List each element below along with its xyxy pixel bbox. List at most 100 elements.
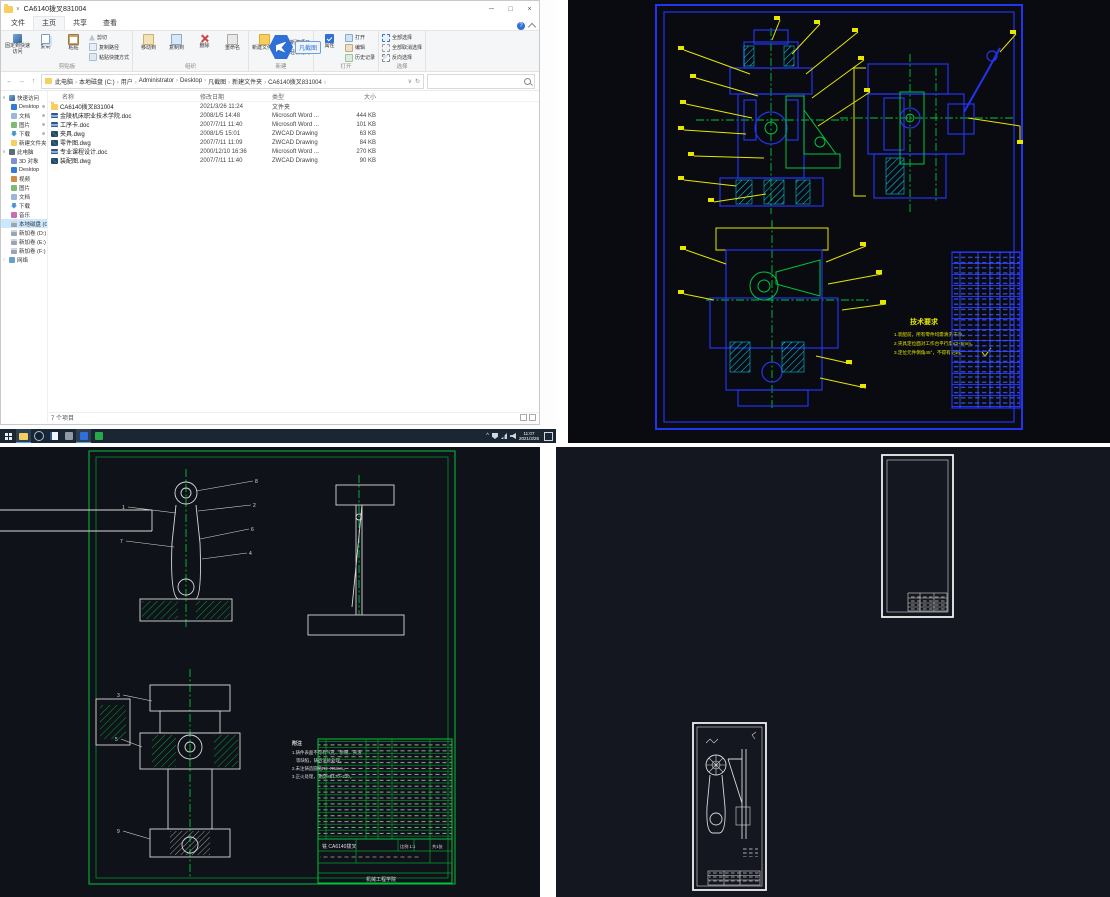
refresh-icon[interactable]: ↻ (415, 78, 420, 85)
action-center-icon[interactable] (544, 432, 553, 441)
taskbar-word-button[interactable] (46, 429, 61, 443)
crumb-desktop[interactable]: Desktop (180, 78, 208, 84)
breadcrumb[interactable]: 此电脑 本地磁盘 (C:) 用户 Administrator Desktop 凡… (41, 74, 424, 89)
taskbar-cad-button[interactable] (91, 429, 106, 443)
sidebar-item-music[interactable]: 音乐 (1, 210, 47, 219)
file-row[interactable]: 零件图.dwg 2007/7/11 11:09 ZWCAD Drawing 84… (48, 138, 539, 147)
close-button[interactable]: × (520, 1, 539, 17)
sidebar-item-pc-desktop[interactable]: Desktop (1, 165, 47, 174)
sidebar-item-3d-objects[interactable]: 3D 对象 (1, 156, 47, 165)
app-folder-icon (4, 6, 13, 13)
tab-view[interactable]: 查看 (95, 17, 125, 30)
edit-icon (345, 44, 353, 52)
sidebar-item-local-disk-c[interactable]: 本地磁盘 (C:) (1, 219, 47, 228)
minimize-button[interactable]: ─ (482, 1, 501, 17)
qat-dropdown-icon[interactable]: ∨ (16, 6, 20, 12)
pin-to-quick-access-button[interactable]: 固定到快速访问 (5, 32, 30, 63)
tab-share[interactable]: 共享 (65, 17, 95, 30)
delete-button[interactable]: 删除 (192, 32, 217, 63)
sidebar-item-pictures[interactable]: 图片 (1, 120, 47, 129)
balloon: 7 (120, 539, 123, 545)
address-dropdown-icon[interactable]: ∨ (408, 78, 412, 85)
paste-shortcut-button[interactable]: 粘贴快捷方式 (89, 53, 129, 61)
security-icon[interactable] (492, 433, 498, 439)
rename-button[interactable]: 重命名 (220, 32, 245, 63)
up-icon[interactable]: ↑ (29, 78, 38, 85)
copy-button[interactable]: 复制 (33, 32, 58, 63)
view-thumbnails-icon[interactable] (529, 414, 536, 421)
sidebar-item-volume-e[interactable]: 新加卷 (E:) (1, 237, 47, 246)
watermark-hexagon-icon (269, 34, 293, 60)
sidebar-item-pc-documents[interactable]: 文档 (1, 192, 47, 201)
sidebar-item-documents[interactable]: 文档 (1, 111, 47, 120)
sidebar-item-new-folder[interactable]: 新建文件夹 (1, 138, 47, 147)
tab-home[interactable]: 主页 (33, 16, 65, 30)
history-button[interactable]: 历史记录 (345, 54, 375, 62)
window-title: CA6140拨叉831004 (24, 4, 482, 14)
sidebar-item-volume-f[interactable]: 新加卷 (F:) (1, 246, 47, 255)
taskbar-browser-button[interactable] (31, 429, 46, 443)
folder-icon (11, 140, 17, 146)
tab-file[interactable]: 文件 (3, 17, 33, 30)
balloon: 5 (115, 737, 118, 743)
taskbar-app-button[interactable] (61, 429, 76, 443)
open-button[interactable]: 打开 (345, 34, 375, 42)
sidebar-item-videos[interactable]: 视频 (1, 174, 47, 183)
file-row[interactable]: 金陵机床职业技术学院.doc 2008/1/5 14:48 Microsoft … (48, 111, 539, 120)
tray-chevron-icon[interactable]: ^ (486, 433, 489, 439)
app-icon (65, 432, 73, 440)
status-bar: 7 个项目 (48, 412, 539, 422)
copy-to-button[interactable]: 复制到 (164, 32, 189, 63)
view-list-icon[interactable] (520, 414, 527, 421)
sidebar-item-volume-d[interactable]: 新加卷 (D:) (1, 228, 47, 237)
volume-icon[interactable] (510, 433, 516, 439)
column-type[interactable]: 类型 (272, 92, 334, 101)
file-row[interactable]: 专业课程设计.doc 2000/12/10 16:36 Microsoft Wo… (48, 147, 539, 156)
network-tray-icon[interactable] (501, 433, 507, 439)
taskbar-screenshot-button[interactable] (76, 429, 91, 443)
crumb-current[interactable]: CA6140拨叉831004 (268, 77, 328, 86)
crumb-local-disk[interactable]: 本地磁盘 (C:) (79, 77, 121, 86)
paste-button[interactable]: 粘贴 (61, 32, 86, 63)
help-icon[interactable]: ? (517, 22, 525, 30)
search-box[interactable] (427, 74, 535, 89)
maximize-button[interactable]: □ (501, 1, 520, 17)
quick-access-toolbar[interactable]: ∨ (4, 6, 20, 13)
open-icon (345, 34, 353, 42)
start-button[interactable] (0, 429, 16, 443)
invert-selection-icon (382, 54, 390, 62)
select-all-button[interactable]: 全部选择 (382, 34, 422, 42)
column-size[interactable]: 大小 (334, 92, 376, 101)
file-row[interactable]: 工序卡.doc 2007/7/11 11:40 Microsoft Word .… (48, 120, 539, 129)
sidebar-item-pc-pictures[interactable]: 图片 (1, 183, 47, 192)
crumb-this-pc[interactable]: 此电脑 (55, 77, 79, 86)
forward-icon[interactable]: → (17, 78, 26, 85)
sidebar-item-pc-downloads[interactable]: 下载 (1, 201, 47, 210)
file-row[interactable]: 夹具.dwg 2008/1/5 15:01 ZWCAD Drawing 63 K… (48, 129, 539, 138)
crumb-users[interactable]: 用户 (121, 77, 139, 86)
sidebar-this-pc[interactable]: ∨ 此电脑 (1, 147, 47, 156)
select-none-button[interactable]: 全部取消选择 (382, 44, 422, 52)
sidebar-item-downloads[interactable]: 下载 (1, 129, 47, 138)
crumb-administrator[interactable]: Administrator (139, 78, 180, 84)
column-date[interactable]: 修改日期 (200, 92, 272, 101)
copy-path-button[interactable]: 复制路径 (89, 43, 129, 51)
cut-button[interactable]: 剪切 (89, 34, 129, 41)
search-input[interactable] (431, 77, 524, 85)
invert-selection-button[interactable]: 反向选择 (382, 54, 422, 62)
bottom-view (706, 220, 870, 410)
move-to-button[interactable]: 移动到 (136, 32, 161, 63)
sidebar-quick-access[interactable]: ∨ 快速访问 (1, 93, 47, 102)
back-icon[interactable]: ← (5, 78, 14, 85)
file-row[interactable]: CA6140拨叉831004 2021/3/26 11:24 文件夹 (48, 102, 539, 111)
sidebar-item-desktop[interactable]: Desktop (1, 102, 47, 111)
edit-button[interactable]: 编辑 (345, 44, 375, 52)
file-row[interactable]: 装配图.dwg 2007/7/11 11:40 ZWCAD Drawing 90… (48, 156, 539, 165)
taskbar-explorer-button[interactable] (16, 429, 31, 443)
crumb-new-folder[interactable]: 新建文件夹 (232, 77, 268, 86)
ribbon: 固定到快速访问 复制 粘贴 剪切 (1, 30, 539, 72)
clock[interactable]: 11:07 2021/3/26 (519, 431, 539, 442)
column-name[interactable]: 名称 (48, 92, 200, 101)
sidebar-network[interactable]: › 网络 (1, 255, 47, 264)
crumb-fanjietu[interactable]: 凡截图 (208, 77, 232, 86)
